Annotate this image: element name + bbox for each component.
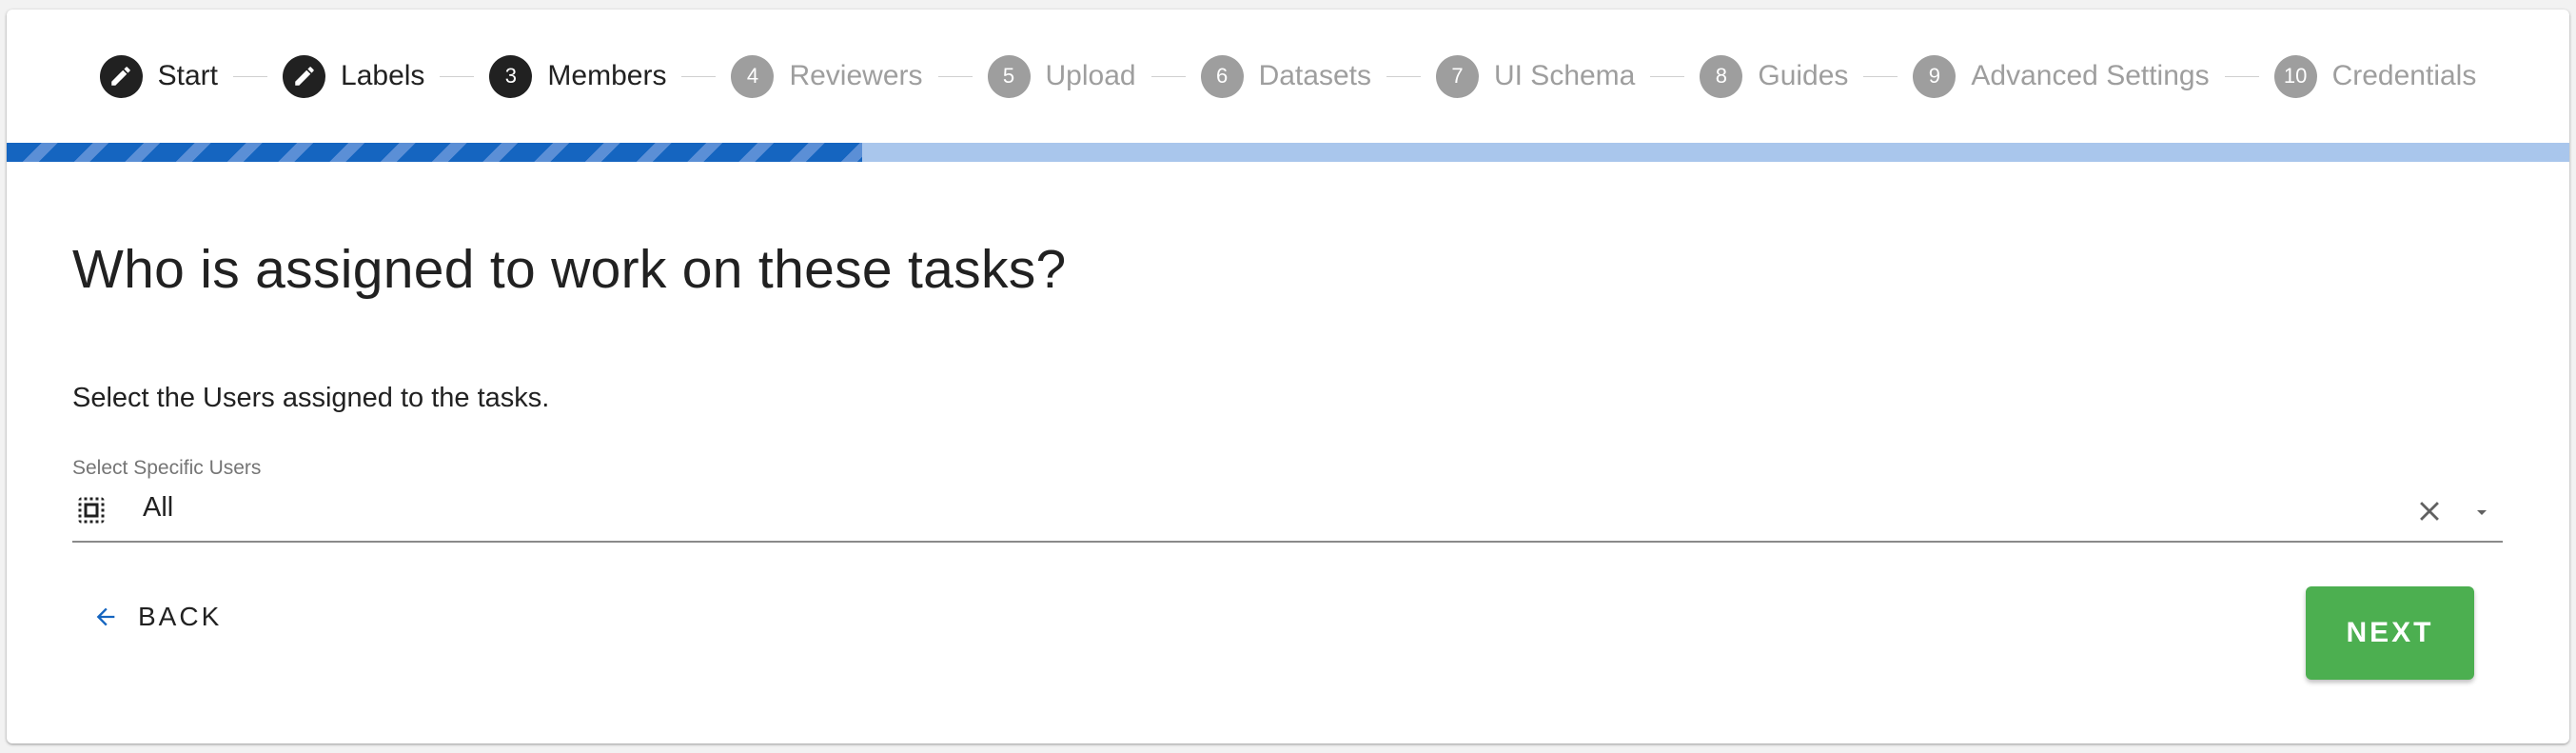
step-labels[interactable]: Labels [283,54,425,98]
progress-bar-fill [7,143,863,162]
step-label-members: Members [547,60,667,91]
step-number-badge: 10 [2273,54,2317,98]
step-number-badge: 3 [489,54,533,98]
step-connector [681,75,717,77]
step-connector [1863,75,1898,77]
page-title: Who is assigned to work on these tasks? [72,239,1067,300]
close-icon[interactable] [2413,495,2446,527]
step-number-badge: 6 [1200,54,1244,98]
step-advanced-settings[interactable]: 9 Advanced Settings [1913,54,2210,98]
back-button[interactable]: BACK [92,588,222,645]
step-label-guides: Guides [1758,60,1849,91]
step-label-upload: Upload [1045,60,1136,91]
step-ui-schema[interactable]: 7 UI Schema [1435,54,1636,98]
step-number-badge: 9 [1913,54,1957,98]
step-reviewers[interactable]: 4 Reviewers [731,54,923,98]
step-label-advanced-settings: Advanced Settings [1971,60,2210,91]
step-upload[interactable]: 5 Upload [987,54,1136,98]
progress-bar [7,143,2569,162]
step-guides[interactable]: 8 Guides [1700,54,1849,98]
instruction-text: Select the Users assigned to the tasks. [72,383,550,413]
step-label-credentials: Credentials [2331,60,2477,91]
step-label-ui-schema: UI Schema [1493,60,1636,91]
step-connector [937,75,973,77]
step-connector [440,75,475,77]
step-connector [233,75,268,77]
back-button-label: BACK [138,602,223,631]
step-number-badge: 4 [731,54,775,98]
step-number-badge: 8 [1700,54,1743,98]
chevron-down-icon[interactable] [2470,501,2493,524]
step-datasets[interactable]: 6 Datasets [1200,54,1371,98]
select-users-label: Select Specific Users [72,457,262,479]
step-label-labels: Labels [341,60,425,91]
next-button[interactable]: NEXT [2306,586,2474,680]
step-connector [1650,75,1685,77]
step-number-badge: 7 [1435,54,1479,98]
step-members[interactable]: 3 Members [489,54,667,98]
step-start[interactable]: Start [99,54,219,98]
step-credentials[interactable]: 10 Credentials [2273,54,2477,98]
wizard-stepper: Start Labels 3 Members 4 Reviewers 5 Upl… [7,10,2569,143]
step-label-reviewers: Reviewers [789,60,923,91]
step-label-start: Start [157,60,219,91]
pencil-icon [99,54,143,98]
step-connector [1386,75,1421,77]
select-users-value[interactable]: All [143,492,173,524]
step-connector [2224,75,2259,77]
select-users-field[interactable]: Select Specific Users All [72,457,2503,543]
wizard-card: Start Labels 3 Members 4 Reviewers 5 Upl… [7,10,2569,743]
step-number-badge: 5 [987,54,1031,98]
arrow-left-icon [96,607,115,626]
step-connector [1150,75,1186,77]
pencil-icon [283,54,326,98]
step-label-datasets: Datasets [1258,60,1371,91]
select-all-icon [78,497,105,524]
